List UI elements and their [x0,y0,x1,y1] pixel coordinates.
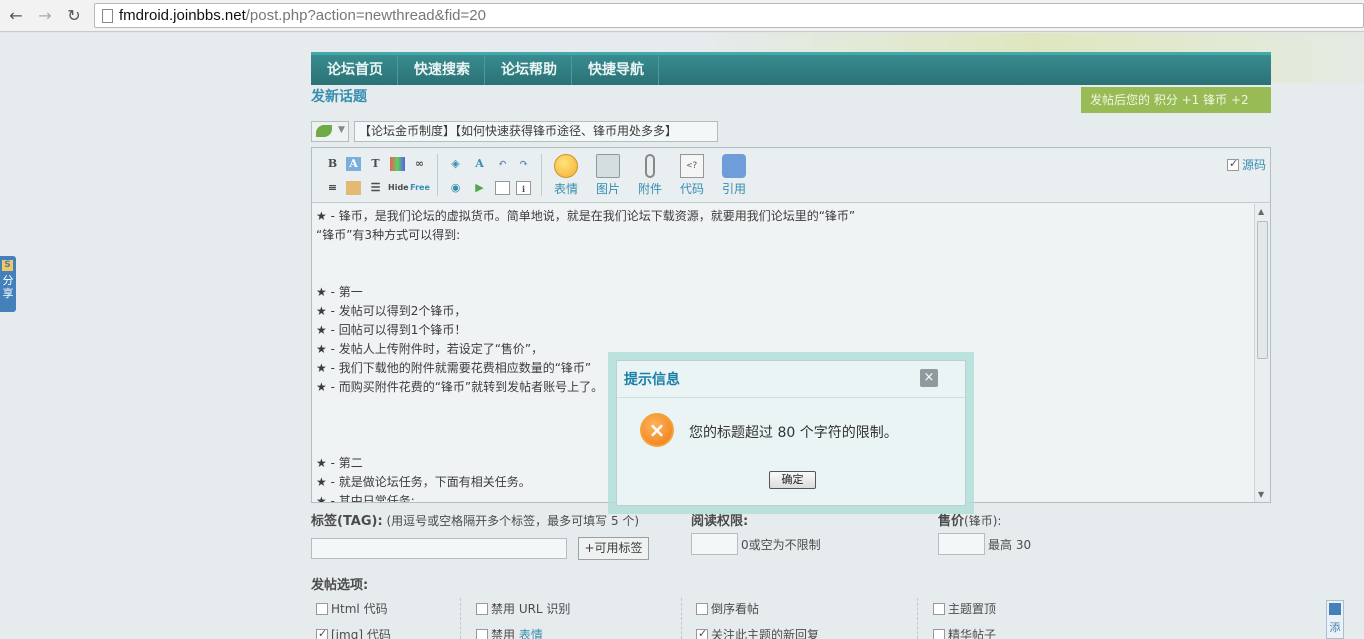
browser-toolbar: ← → ↻ fmdroid.joinbbs.net/post.php?actio… [0,0,1364,32]
close-icon[interactable]: × [920,369,938,387]
ok-button[interactable]: 确定 [769,471,816,489]
address-bar[interactable]: fmdroid.joinbbs.net/post.php?action=newt… [94,3,1364,28]
dialog-message: 您的标题超过 80 个字符的限制。 [689,425,898,441]
reload-icon[interactable]: ↻ [64,6,84,26]
forward-arrow-icon[interactable]: → [35,6,55,26]
dialog-title: 提示信息 [624,372,680,388]
back-arrow-icon[interactable]: ← [6,6,26,26]
error-icon: × [640,413,674,447]
url-text: fmdroid.joinbbs.net/post.php?action=newt… [119,7,486,24]
alert-dialog: 提示信息 × × 您的标题超过 80 个字符的限制。 确定 [616,360,966,506]
page-icon [102,9,113,23]
modal-overlay [0,33,1364,639]
